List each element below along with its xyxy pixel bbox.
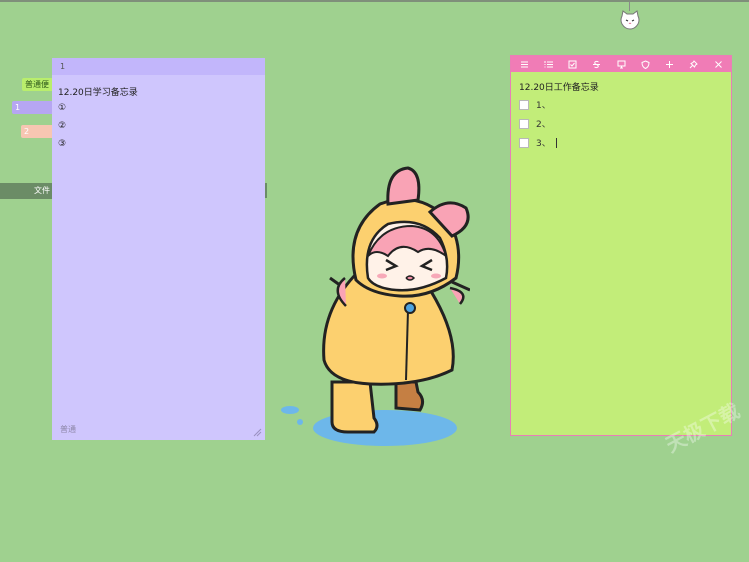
note-tab-green[interactable]: 普通便 <box>22 78 52 91</box>
study-note-content[interactable]: 12.20日学习备忘录 ① ② ③ <box>52 75 265 167</box>
todo-text: 1、 <box>536 101 551 111</box>
close-icon[interactable] <box>713 59 723 69</box>
todo-checkbox[interactable] <box>519 99 529 110</box>
raincoat-girl-illustration <box>281 166 470 446</box>
todo-text: 3、 <box>536 139 551 149</box>
todo-item[interactable]: 1、 <box>519 95 723 114</box>
checkbox-icon[interactable] <box>568 59 578 69</box>
file-bar[interactable]: 文件 <box>0 183 52 199</box>
study-note-side-marker <box>265 183 267 198</box>
study-note-titlebar[interactable]: 1 <box>52 58 265 75</box>
todo-item[interactable]: 2、 <box>519 114 723 133</box>
work-note-heading: 12.20日工作备忘录 <box>519 83 599 93</box>
todo-text: 2、 <box>536 120 551 130</box>
shield-icon[interactable] <box>640 59 650 69</box>
strikethrough-icon[interactable] <box>592 59 602 69</box>
pin-icon[interactable] <box>689 59 699 69</box>
study-note-footer: 普通 <box>60 425 76 434</box>
monitor-icon[interactable] <box>616 59 626 69</box>
study-note-line: ③ <box>58 139 67 149</box>
text-caret <box>555 137 557 148</box>
study-note[interactable]: 1 12.20日学习备忘录 ① ② ③ 普通 <box>52 58 265 440</box>
study-note-line: ② <box>58 121 67 131</box>
top-edge-line <box>0 0 749 2</box>
work-note-content[interactable]: 12.20日工作备忘录 1、 2、 3、 <box>511 72 731 160</box>
todo-item[interactable]: 3、 <box>519 133 723 152</box>
resize-handle-icon[interactable] <box>252 427 262 437</box>
work-note[interactable]: 12.20日工作备忘录 1、 2、 3、 <box>510 55 732 436</box>
work-note-toolbar[interactable] <box>511 56 731 72</box>
add-icon[interactable] <box>665 59 675 69</box>
study-note-heading: 12.20日学习备忘录 <box>58 88 138 98</box>
study-note-line: ① <box>58 103 67 113</box>
ordered-list-icon[interactable] <box>543 59 553 69</box>
note-tab-purple[interactable]: 1 <box>12 101 52 114</box>
todo-checkbox[interactable] <box>519 118 529 129</box>
list-icon[interactable] <box>519 59 529 69</box>
note-tab-peach[interactable]: 2 <box>21 125 52 138</box>
todo-checkbox[interactable] <box>519 137 529 148</box>
cat-mascot-icon[interactable] <box>619 10 641 30</box>
